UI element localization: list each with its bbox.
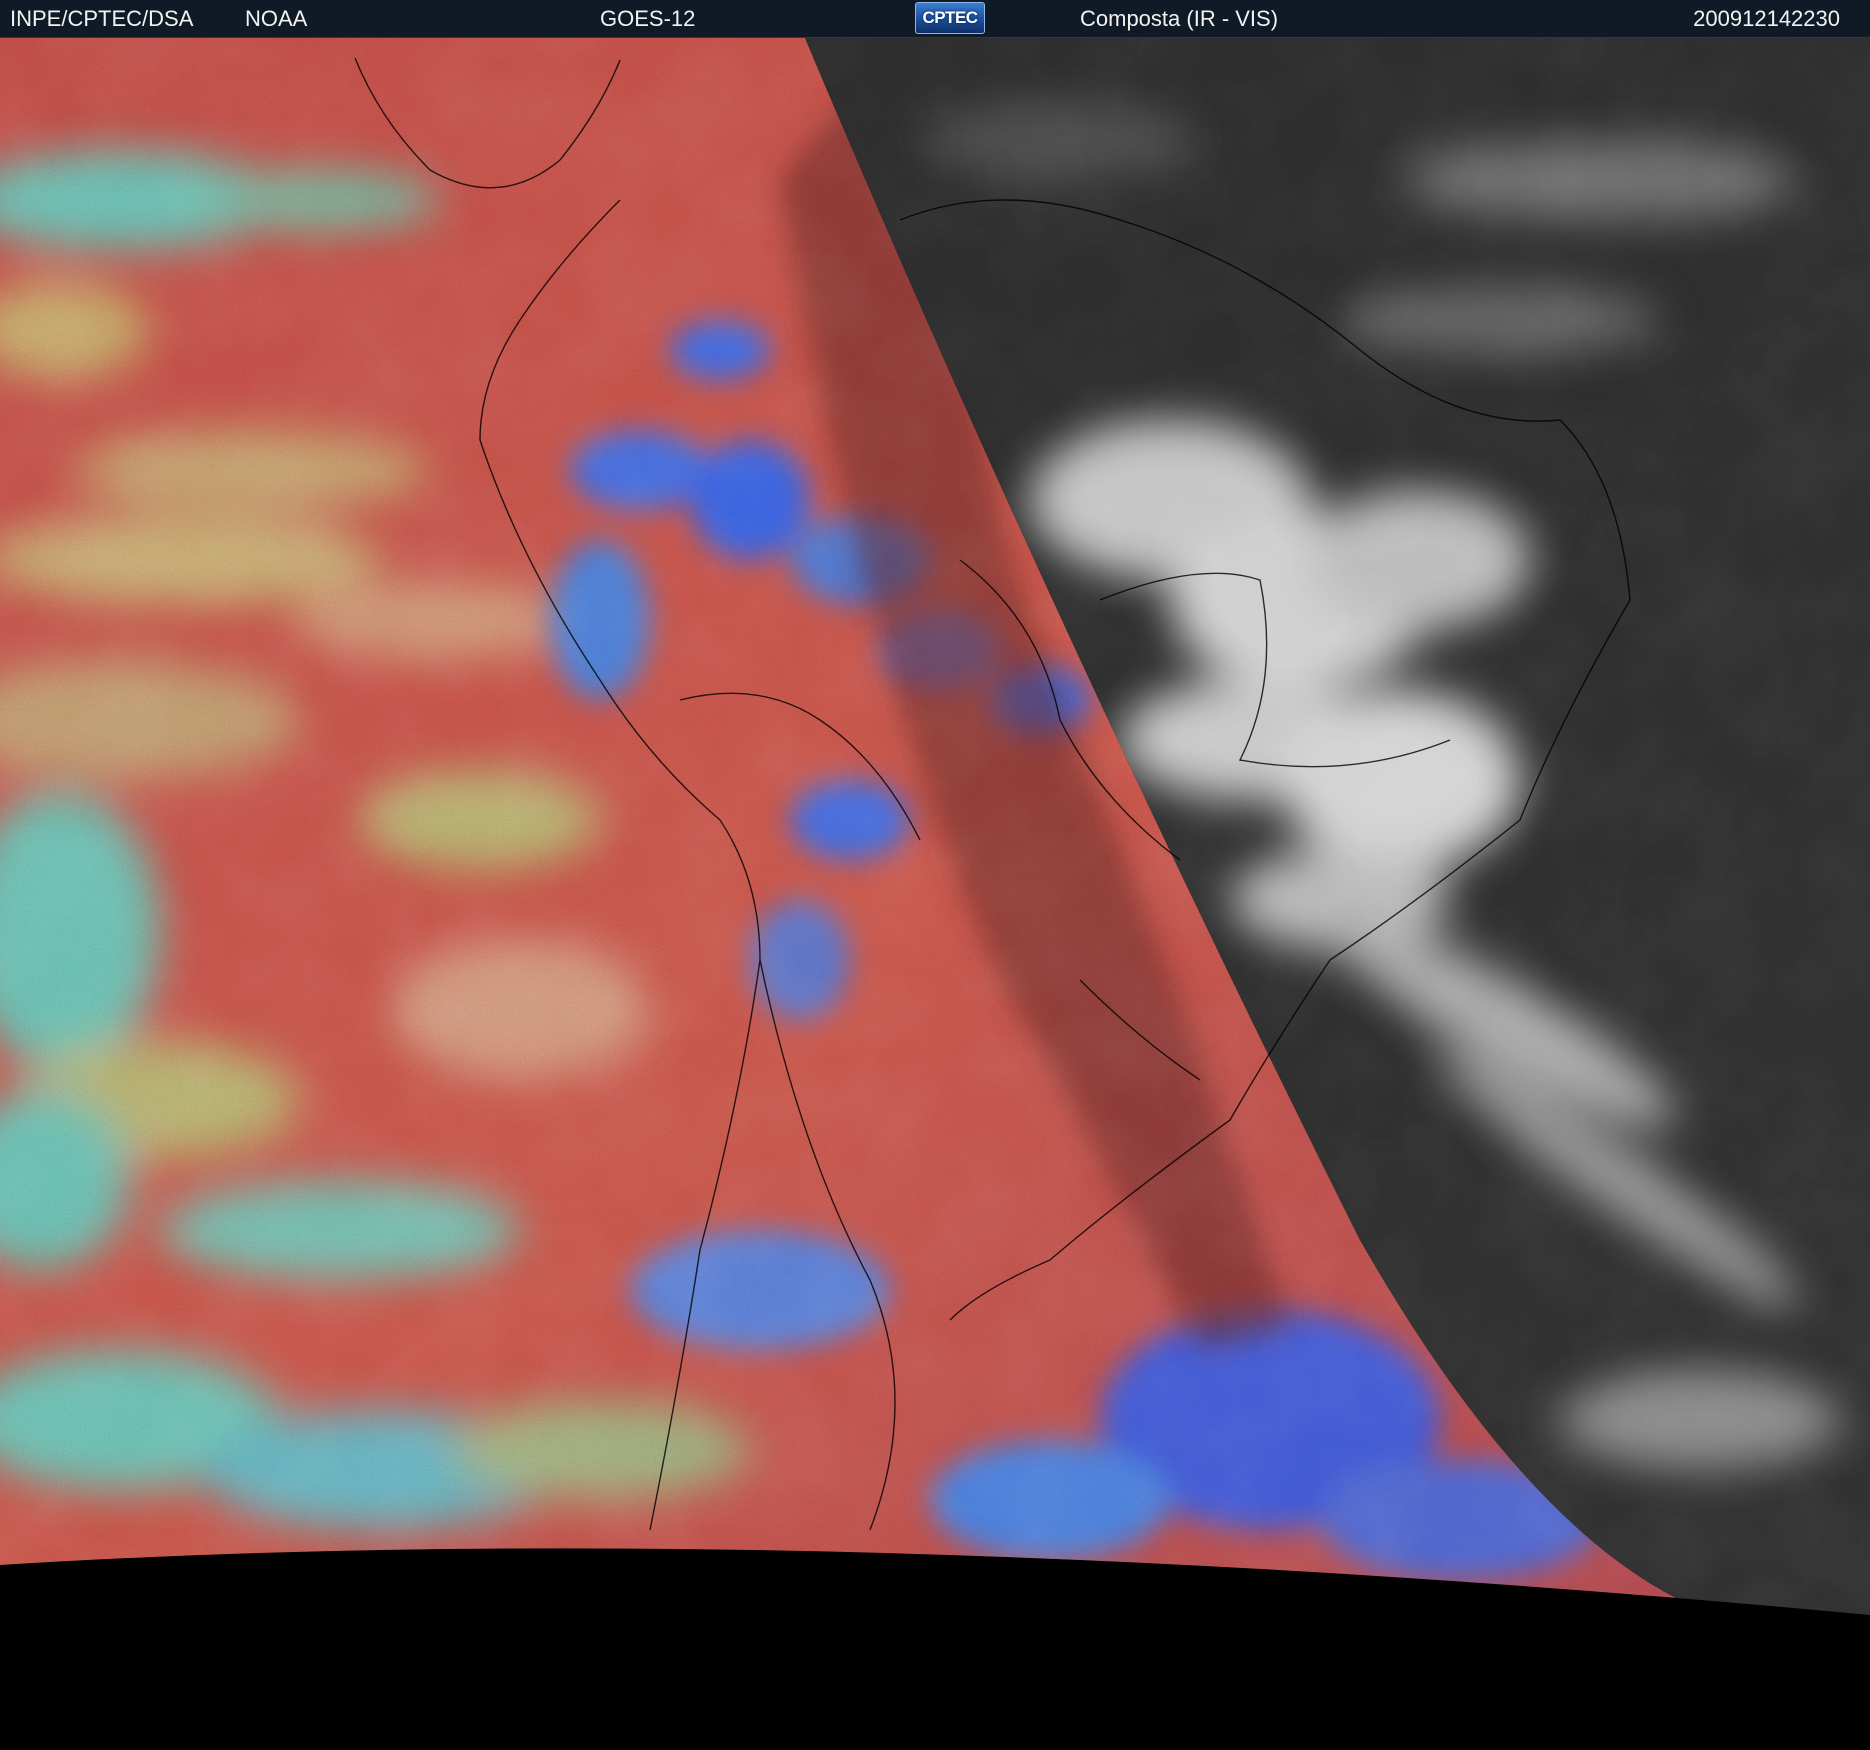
satellite-image-frame: INPE/CPTEC/DSA NOAA GOES-12 CPTEC Compos…: [0, 0, 1870, 1750]
cptec-logo: CPTEC: [915, 2, 985, 34]
satellite-imagery: [0, 38, 1870, 1750]
timestamp-label: 200912142230: [1693, 6, 1840, 31]
earth-disk: [0, 38, 1870, 1615]
header-bar: INPE/CPTEC/DSA NOAA GOES-12 CPTEC Compos…: [0, 0, 1870, 38]
agency-label: NOAA: [245, 6, 308, 31]
product-label: Composta (IR - VIS): [1080, 6, 1279, 31]
imagery-canvas: [0, 38, 1870, 1615]
organization-label: INPE/CPTEC/DSA: [10, 6, 194, 31]
satellite-label: GOES-12: [600, 6, 696, 31]
